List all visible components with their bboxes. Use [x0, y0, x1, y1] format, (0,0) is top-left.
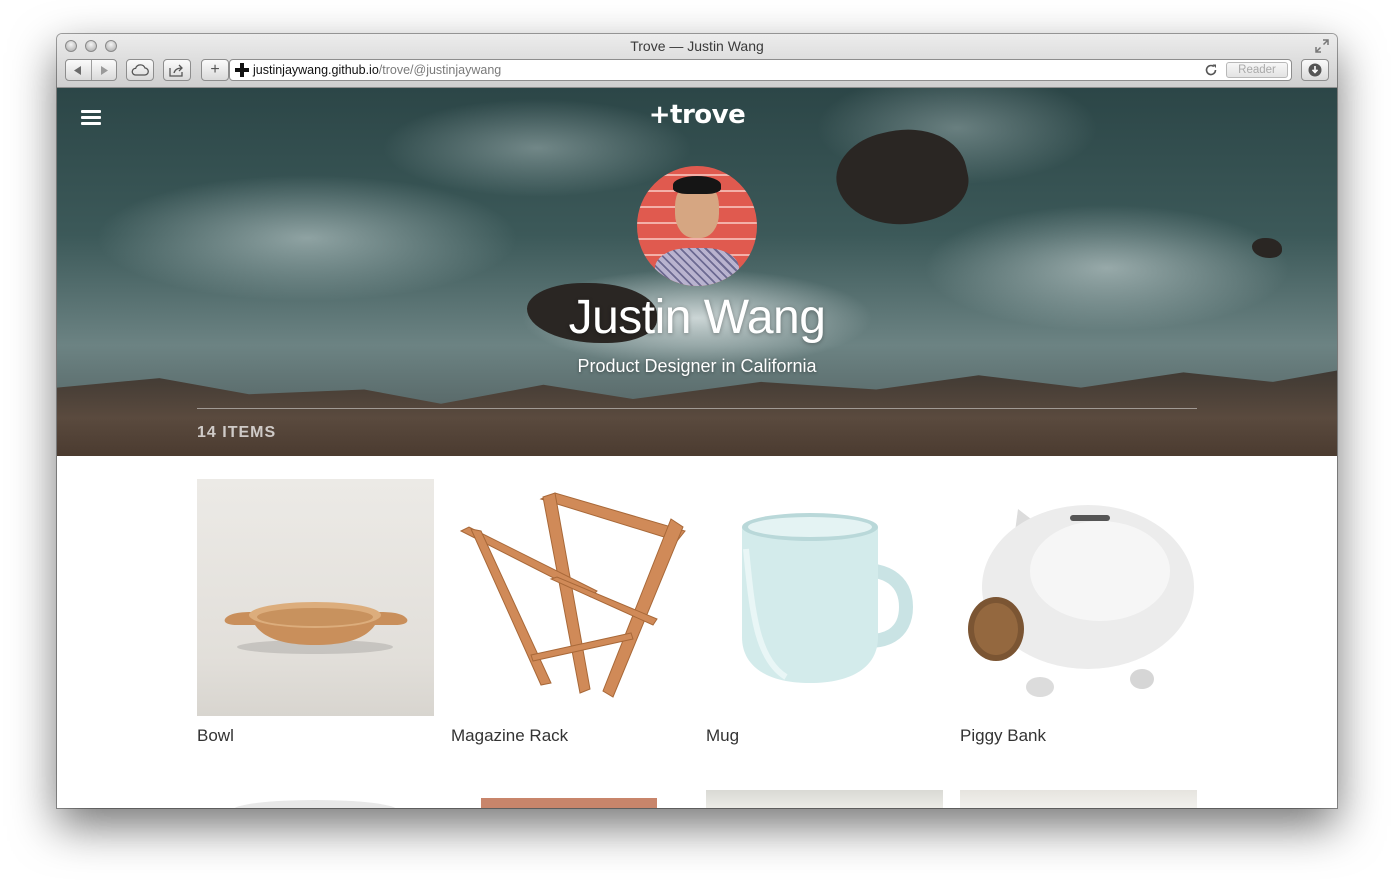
- item-image-magazine-rack[interactable]: [451, 479, 688, 716]
- add-bookmark-button[interactable]: +: [201, 59, 229, 81]
- item-image-partial[interactable]: [197, 790, 434, 808]
- trove-logo[interactable]: +trove: [57, 100, 1337, 130]
- hero-background-rock: [828, 117, 976, 238]
- item-label[interactable]: Piggy Bank: [960, 726, 1046, 746]
- forward-button[interactable]: [90, 60, 117, 80]
- item-label[interactable]: Magazine Rack: [451, 726, 568, 746]
- reload-icon[interactable]: [1204, 63, 1218, 77]
- reader-button[interactable]: Reader: [1226, 62, 1288, 78]
- item-label[interactable]: Mug: [706, 726, 739, 746]
- item-image-mug[interactable]: [706, 479, 943, 716]
- forward-arrow-icon: [100, 65, 108, 75]
- item-image-bowl[interactable]: [197, 479, 434, 716]
- window-title: Trove — Justin Wang: [630, 38, 764, 54]
- profile-hero: +trove Justin Wang Product Designer in C…: [57, 88, 1337, 456]
- back-arrow-icon: [74, 65, 82, 75]
- browser-toolbar: Trove — Justin Wang + justinjaywang.gith…: [57, 34, 1337, 88]
- item-image-piggy-bank[interactable]: [960, 479, 1197, 716]
- item-image-partial[interactable]: [960, 790, 1197, 808]
- items-count: 14 ITEMS: [197, 424, 277, 441]
- back-button[interactable]: [66, 60, 91, 80]
- url-host: justinjaywang.github.io: [253, 63, 379, 77]
- hero-divider: [197, 408, 1197, 409]
- profile-name: Justin Wang: [568, 291, 826, 344]
- profile-tagline: Product Designer in California: [577, 356, 817, 376]
- fullscreen-icon[interactable]: [1315, 39, 1329, 53]
- downloads-button[interactable]: [1301, 59, 1329, 81]
- download-icon: [1308, 63, 1322, 77]
- browser-window: Trove — Justin Wang + justinjaywang.gith…: [57, 34, 1337, 808]
- hero-background-rock: [1252, 238, 1282, 258]
- cloud-icon: [131, 64, 149, 76]
- item-image-partial[interactable]: [706, 790, 943, 808]
- site-favicon-icon: [235, 63, 249, 77]
- url-path: /trove/@justinjaywang: [378, 63, 502, 77]
- item-image-partial[interactable]: [451, 790, 688, 808]
- icloud-tabs-button[interactable]: [126, 59, 154, 81]
- share-icon: [169, 64, 183, 77]
- avatar: [637, 166, 757, 286]
- address-bar[interactable]: justinjaywang.github.io/trove/@justinjay…: [229, 59, 1292, 81]
- share-button[interactable]: [163, 59, 191, 81]
- item-label[interactable]: Bowl: [197, 726, 234, 746]
- back-forward-buttons: [65, 59, 117, 81]
- url-text[interactable]: justinjaywang.github.io/trove/@justinjay…: [253, 63, 501, 77]
